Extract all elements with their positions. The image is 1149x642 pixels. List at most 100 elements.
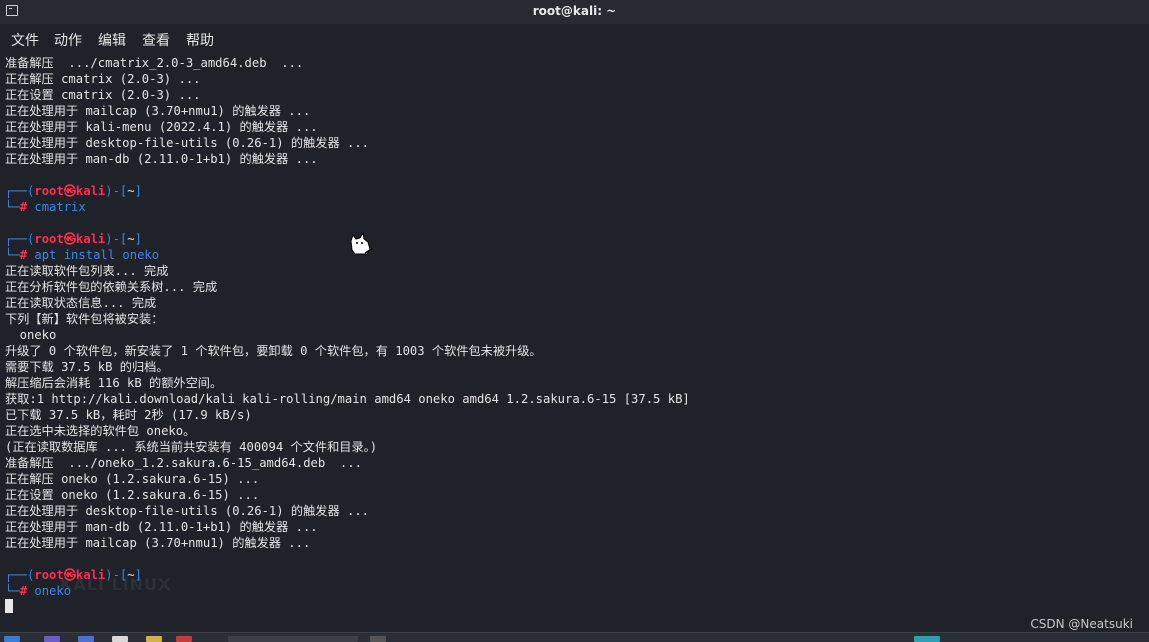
prompt-dir: ~ xyxy=(127,232,135,246)
command-text: oneko xyxy=(27,584,72,598)
terminal-line: 正在读取状态信息... 完成 xyxy=(5,295,1145,311)
terminal-line: 获取:1 http://kali.download/kali kali-roll… xyxy=(5,391,1145,407)
taskbar-app-icon[interactable] xyxy=(370,636,386,642)
terminal-line: 正在解压 cmatrix (2.0-3) ... xyxy=(5,71,1145,87)
prompt-frame: ] xyxy=(134,232,142,246)
terminal-line: 解压缩后会消耗 116 kB 的额外空间。 xyxy=(5,375,1145,391)
terminal-line: └─# cmatrix xyxy=(5,199,1145,215)
window-title: root@kali: ~ xyxy=(532,4,617,18)
prompt-hash: # xyxy=(19,248,28,262)
prompt-dir: ~ xyxy=(127,568,135,582)
output-text: 正在处理用于 mailcap (3.70+nmu1) 的触发器 ... xyxy=(5,104,311,118)
terminal-line: 下列【新】软件包将被安装： xyxy=(5,311,1145,327)
app-menu-icon[interactable] xyxy=(4,636,20,642)
terminal-line: 升级了 0 个软件包，新安装了 1 个软件包，要卸载 0 个软件包，有 1003… xyxy=(5,343,1145,359)
output-text: 正在处理用于 desktop-file-utils (0.26-1) 的触发器 … xyxy=(5,136,370,150)
terminal-line: 正在处理用于 mailcap (3.70+nmu1) 的触发器 ... xyxy=(5,103,1145,119)
taskbar-window-button[interactable] xyxy=(228,636,358,642)
terminal-line: 正在处理用于 desktop-file-utils (0.26-1) 的触发器 … xyxy=(5,503,1145,519)
output-text: 正在处理用于 mailcap (3.70+nmu1) 的触发器 ... xyxy=(5,536,311,550)
terminal-line: ┌──(root㉿kali)-[~] xyxy=(5,231,1145,247)
output-text: 升级了 0 个软件包，新安装了 1 个软件包，要卸载 0 个软件包，有 1003… xyxy=(5,344,542,358)
prompt-frame: ] xyxy=(134,568,142,582)
terminal-line: 正在处理用于 desktop-file-utils (0.26-1) 的触发器 … xyxy=(5,135,1145,151)
menu-bar: 文件 动作 编辑 查看 帮助 xyxy=(0,24,1149,52)
terminal-line: ┌──(root㉿kali)-[~] xyxy=(5,183,1145,199)
output-text: 已下载 37.5 kB，耗时 2秒 (17.9 kB/s) xyxy=(5,408,252,422)
menu-action[interactable]: 动作 xyxy=(54,30,82,50)
taskbar-app-icon[interactable] xyxy=(44,636,60,642)
terminal-line: └─# oneko xyxy=(5,583,1145,599)
command-text: cmatrix xyxy=(27,200,86,214)
oneko-cat-icon xyxy=(350,231,373,255)
terminal-output[interactable]: 准备解压 .../cmatrix_2.0-3_amd64.deb ... 正在解压… xyxy=(5,55,1145,625)
output-text: 正在解压 cmatrix (2.0-3) ... xyxy=(5,72,201,86)
terminal-line: 正在处理用于 man-db (2.11.0-1+b1) 的触发器 ... xyxy=(5,519,1145,535)
system-monitor-icon xyxy=(914,636,940,642)
terminal-line: 正在设置 oneko (1.2.sakura.6-15) ... xyxy=(5,487,1145,503)
menu-edit[interactable]: 编辑 xyxy=(98,30,126,50)
menu-file[interactable]: 文件 xyxy=(11,30,39,50)
prompt-frame: ┌──( xyxy=(5,232,35,246)
output-text: 正在分析软件包的依赖关系树... 完成 xyxy=(5,280,218,294)
output-text: 正在处理用于 man-db (2.11.0-1+b1) 的触发器 ... xyxy=(5,152,318,166)
prompt-frame: └─ xyxy=(5,248,20,262)
terminal-line xyxy=(5,599,1145,615)
prompt-dir: ~ xyxy=(127,184,135,198)
csdn-credit: CSDN @Neatsuki xyxy=(1030,617,1133,631)
terminal-line: 正在解压 oneko (1.2.sakura.6-15) ... xyxy=(5,471,1145,487)
prompt-user: root㉿kali xyxy=(34,184,106,198)
terminal-line: oneko xyxy=(5,327,1145,343)
command-text: apt install oneko xyxy=(27,248,160,262)
terminal-line: (正在读取数据库 ... 系统当前共安装有 400094 个文件和目录。) xyxy=(5,439,1145,455)
prompt-frame: )-[ xyxy=(105,232,128,246)
output-text: 正在选中未选择的软件包 oneko。 xyxy=(5,424,196,438)
prompt-frame: ] xyxy=(134,184,142,198)
menu-help[interactable]: 帮助 xyxy=(186,30,214,50)
output-text: 正在设置 cmatrix (2.0-3) ... xyxy=(5,88,201,102)
terminal-line: 正在处理用于 man-db (2.11.0-1+b1) 的触发器 ... xyxy=(5,151,1145,167)
output-text: 需要下载 37.5 kB 的归档。 xyxy=(5,360,169,374)
prompt-frame: └─ xyxy=(5,584,20,598)
output-text: 准备解压 .../oneko_1.2.sakura.6-15_amd64.deb… xyxy=(5,456,362,470)
terminal-cursor xyxy=(5,599,13,613)
output-text: 正在处理用于 kali-menu (2022.4.1) 的触发器 ... xyxy=(5,120,318,134)
terminal-line: 正在分析软件包的依赖关系树... 完成 xyxy=(5,279,1145,295)
terminal-line: ┌──(root㉿kali)-[~] xyxy=(5,567,1145,583)
terminal-line: 正在处理用于 kali-menu (2022.4.1) 的触发器 ... xyxy=(5,119,1145,135)
window-titlebar: root@kali: ~ xyxy=(0,0,1149,24)
taskbar-app-icon[interactable] xyxy=(146,636,162,642)
taskbar-app-icon[interactable] xyxy=(112,636,128,642)
prompt-frame: ┌──( xyxy=(5,568,35,582)
terminal-line: 已下载 37.5 kB，耗时 2秒 (17.9 kB/s) xyxy=(5,407,1145,423)
prompt-hash: # xyxy=(19,200,28,214)
output-text: 正在读取状态信息... 完成 xyxy=(5,296,157,310)
terminal-line: 需要下载 37.5 kB 的归档。 xyxy=(5,359,1145,375)
prompt-frame: )-[ xyxy=(105,184,128,198)
output-text: 下列【新】软件包将被安装： xyxy=(5,312,164,326)
terminal-line: 正在读取软件包列表... 完成 xyxy=(5,263,1145,279)
terminal-line: 准备解压 .../oneko_1.2.sakura.6-15_amd64.deb… xyxy=(5,455,1145,471)
taskbar-app-icon[interactable] xyxy=(78,636,94,642)
output-text: 准备解压 .../cmatrix_2.0-3_amd64.deb ... xyxy=(5,56,304,70)
prompt-frame: )-[ xyxy=(105,568,128,582)
terminal-line: └─# apt install oneko xyxy=(5,247,1145,263)
prompt-frame: ┌──( xyxy=(5,184,35,198)
output-text: (正在读取数据库 ... 系统当前共安装有 400094 个文件和目录。) xyxy=(5,440,378,454)
output-text: 正在处理用于 man-db (2.11.0-1+b1) 的触发器 ... xyxy=(5,520,318,534)
menu-view[interactable]: 查看 xyxy=(142,30,170,50)
output-text: 解压缩后会消耗 116 kB 的额外空间。 xyxy=(5,376,223,390)
output-text: oneko xyxy=(5,328,57,342)
prompt-frame: └─ xyxy=(5,200,20,214)
output-text: 正在设置 oneko (1.2.sakura.6-15) ... xyxy=(5,488,260,502)
prompt-hash: # xyxy=(19,584,28,598)
terminal-line: 正在处理用于 mailcap (3.70+nmu1) 的触发器 ... xyxy=(5,535,1145,551)
terminal-line: 正在设置 cmatrix (2.0-3) ... xyxy=(5,87,1145,103)
output-text: 获取:1 http://kali.download/kali kali-roll… xyxy=(5,392,690,406)
taskbar-app-icon[interactable] xyxy=(176,636,192,642)
terminal-line: 准备解压 .../cmatrix_2.0-3_amd64.deb ... xyxy=(5,55,1145,71)
output-text: 正在读取软件包列表... 完成 xyxy=(5,264,169,278)
